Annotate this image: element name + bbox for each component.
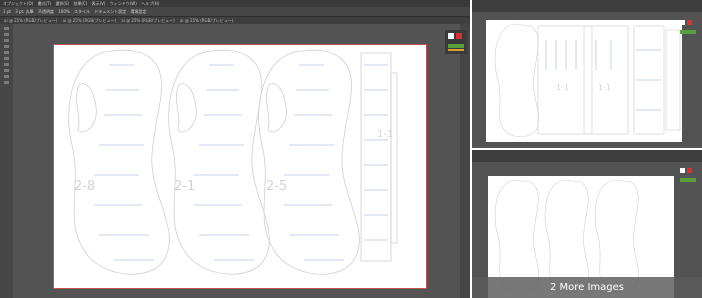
piece-label: 2-5 bbox=[266, 179, 287, 194]
cut-pattern-drawing: 2-8 2-1 2-5 1-1 bbox=[68, 49, 398, 275]
document-tabs: ai @ 25% (RGB/プレビュー) ai @ 25% (RGB/プレビュー… bbox=[0, 17, 470, 24]
piece-label: 2-1 bbox=[174, 179, 195, 194]
menu-bar: オブジェクト(O) 書式(T) 選択(S) 効果(C) 表示(V) ウィンドウ(… bbox=[0, 0, 470, 7]
illustrator-window-main: オブジェクト(O) 書式(T) 選択(S) 効果(C) 表示(V) ウィンドウ(… bbox=[0, 0, 470, 298]
menu-view[interactable]: 表示(V) bbox=[92, 1, 106, 6]
tools-panel bbox=[0, 24, 13, 298]
style-label: スタイル bbox=[73, 9, 90, 14]
document-tab[interactable]: ai @ 25% (RGB/プレビュー) bbox=[121, 18, 174, 23]
menu-object[interactable]: オブジェクト(O) bbox=[3, 1, 33, 6]
menu-effect[interactable]: 効果(C) bbox=[73, 1, 87, 6]
menu-select[interactable]: 選択(S) bbox=[55, 1, 69, 6]
thumb-toolbar bbox=[472, 150, 702, 162]
opacity-label: 不透明度 bbox=[37, 9, 54, 14]
brush-mode[interactable]: 3 pt. 丸筆 bbox=[15, 9, 33, 14]
preferences-button[interactable]: 環境設定 bbox=[131, 9, 147, 14]
tool-icon[interactable] bbox=[4, 75, 9, 78]
illustrator-window-thumb-2[interactable]: 2 More Images bbox=[472, 150, 702, 298]
thumb-toolbar bbox=[472, 0, 702, 12]
swatch-icon bbox=[680, 168, 696, 182]
menu-window[interactable]: ウィンドウ(W) bbox=[110, 1, 137, 6]
tool-icon[interactable] bbox=[4, 69, 9, 72]
thumb-label: 1-1 bbox=[556, 83, 569, 92]
tool-icon[interactable] bbox=[4, 63, 9, 66]
swatch-icon bbox=[680, 20, 696, 34]
document-tab[interactable]: ai @ 25% (RGB/プレビュー) bbox=[4, 18, 57, 23]
heel-cutout bbox=[76, 83, 97, 133]
swatches-panel[interactable] bbox=[445, 30, 467, 54]
tool-icon[interactable] bbox=[4, 51, 9, 54]
illustrator-window-thumb-1[interactable]: 1-1 1-1 bbox=[472, 0, 702, 148]
heel-cutout bbox=[176, 83, 197, 133]
thumb-artboard: 1-1 1-1 bbox=[486, 20, 682, 142]
opacity-value[interactable]: 100% bbox=[58, 9, 69, 14]
menu-type[interactable]: 書式(T) bbox=[38, 1, 52, 6]
document-tab[interactable]: ai @ 25% (RGB/プレビュー) bbox=[180, 18, 233, 23]
thumb-label: 1-1 bbox=[598, 83, 611, 92]
tool-icon[interactable] bbox=[4, 39, 9, 42]
tool-icon[interactable] bbox=[4, 45, 9, 48]
heel-cutout bbox=[266, 83, 287, 133]
piece-label: 2-8 bbox=[74, 179, 95, 194]
tool-icon[interactable] bbox=[4, 57, 9, 60]
menu-help[interactable]: ヘルプ(H) bbox=[141, 1, 159, 6]
tool-icon[interactable] bbox=[4, 81, 9, 84]
tool-icon[interactable] bbox=[4, 27, 9, 30]
tool-icon[interactable] bbox=[4, 33, 9, 36]
swatch-icon bbox=[448, 33, 464, 51]
thumb-drawing: 1-1 1-1 bbox=[494, 23, 681, 138]
strip-tab bbox=[390, 72, 398, 244]
piece-label: 1-1 bbox=[377, 129, 393, 140]
panel-dock bbox=[460, 24, 470, 298]
stroke-weight[interactable]: 1 pt bbox=[3, 9, 11, 14]
strip-outline bbox=[360, 52, 392, 262]
document-tab[interactable]: ai @ 25% (RGB/プレビュー) bbox=[63, 18, 116, 23]
document-setup-button[interactable]: ドキュメント設定 bbox=[94, 9, 126, 14]
control-bar: 1 pt 3 pt. 丸筆 不透明度 100% スタイル ドキュメント設定 環境… bbox=[0, 7, 470, 17]
more-images-overlay[interactable]: 2 More Images bbox=[472, 277, 702, 298]
artboard[interactable]: 2-8 2-1 2-5 1-1 bbox=[53, 44, 427, 289]
